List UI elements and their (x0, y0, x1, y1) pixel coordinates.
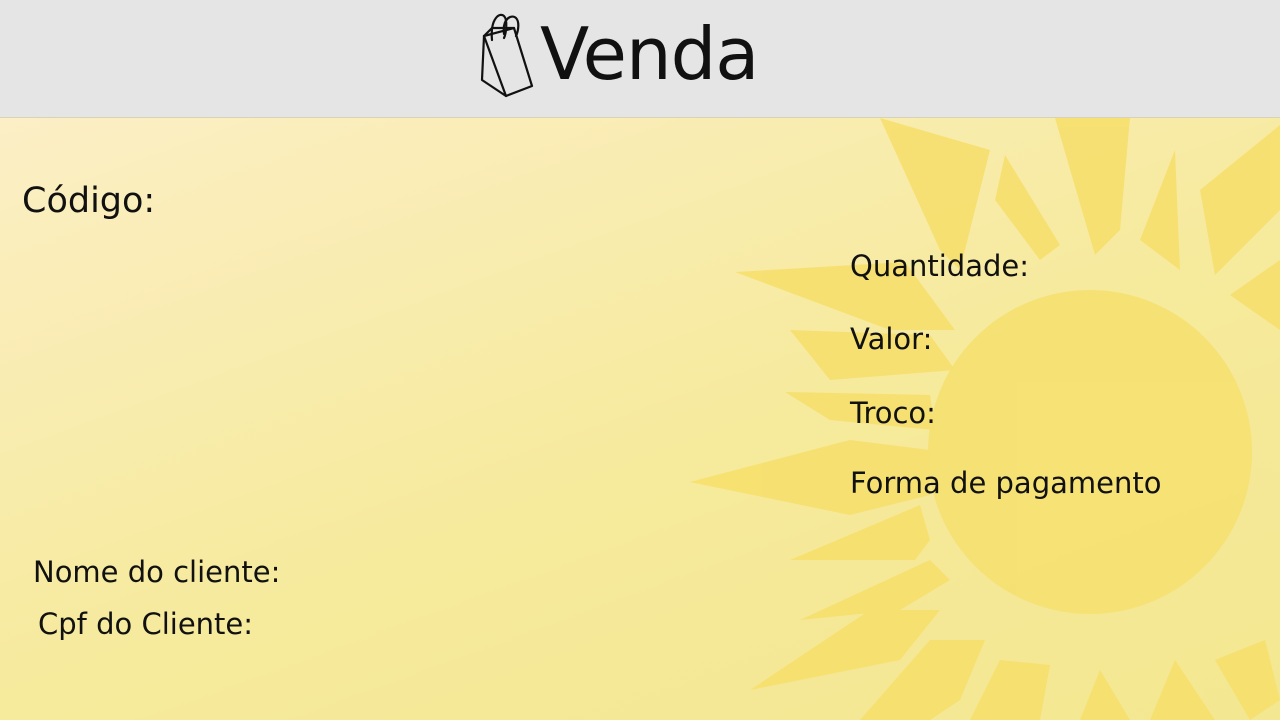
quantidade-label: Quantidade: (850, 249, 1029, 283)
codigo-label: Código: (22, 181, 156, 221)
page-title: Venda (540, 12, 759, 96)
header-bar: Venda (0, 0, 1280, 118)
cpf-cliente-label: Cpf do Cliente: (38, 607, 254, 641)
header-title-group: Venda (478, 6, 759, 102)
shopping-bag-icon (480, 13, 534, 98)
forma-pagamento-label: Forma de pagamento (850, 466, 1162, 500)
sale-screen: Venda Código: Quantidade: Valor: Troco: … (0, 0, 1280, 720)
troco-label: Troco: (850, 396, 936, 430)
valor-label: Valor: (850, 322, 933, 356)
nome-cliente-label: Nome do cliente: (33, 555, 281, 589)
